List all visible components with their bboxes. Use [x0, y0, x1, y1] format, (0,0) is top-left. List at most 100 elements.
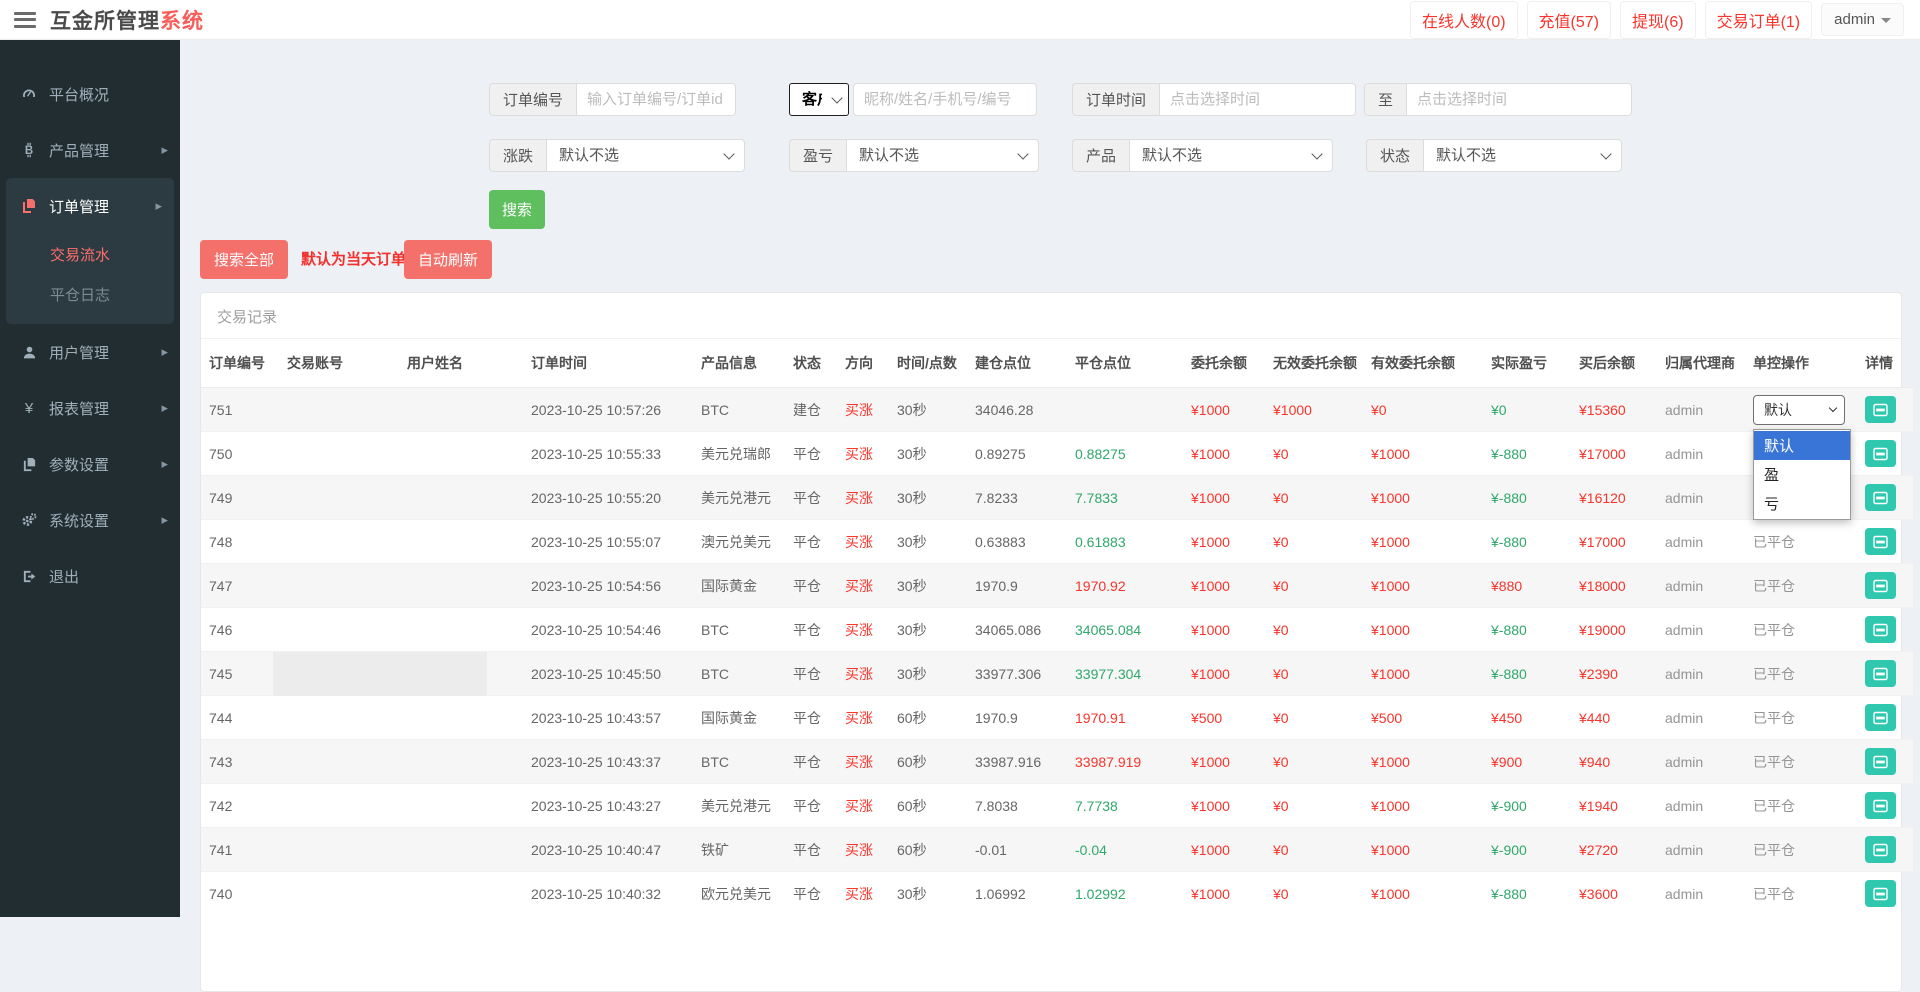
cell-user-name [399, 827, 523, 872]
profit-select[interactable]: 默认不选 [846, 139, 1040, 172]
cell-actual-profit: ¥450 [1483, 695, 1571, 740]
sidebar-item-logout[interactable]: 退出 [0, 548, 180, 604]
cell-valid-entrust-balance: ¥1000 [1363, 607, 1483, 652]
detail-button[interactable] [1865, 836, 1896, 863]
sidebar-item-label: 用户管理 [49, 344, 110, 362]
detail-button[interactable] [1865, 748, 1896, 775]
order-number-input[interactable] [576, 83, 737, 116]
cell-entrust-balance: ¥1000 [1183, 475, 1265, 520]
time-to-input[interactable] [1407, 83, 1633, 116]
cell-control-closed: 已平仓 [1745, 651, 1857, 696]
search-button[interactable]: 搜索 [489, 190, 546, 229]
cell-open-point: 1970.9 [967, 563, 1067, 608]
auto-refresh-button[interactable]: 自动刷新 [404, 240, 493, 279]
single-control-select[interactable]: 默认盈亏 [1753, 394, 1845, 425]
cell-control-closed: 已平仓 [1745, 607, 1857, 652]
updown-select[interactable]: 默认不选 [546, 139, 746, 172]
sidebar-item-label: 产品管理 [49, 142, 110, 160]
detail-button[interactable] [1865, 484, 1896, 511]
cell-open-point: 7.8233 [967, 475, 1067, 520]
sidebar-item-label: 退出 [49, 568, 80, 586]
table-body: 751 2023-10-25 10:57:26 BTC 建仓 买涨 30秒 34046.28… [201, 387, 1913, 916]
detail-button[interactable] [1865, 660, 1896, 687]
cell-detail [1857, 739, 1913, 784]
admin-user-menu[interactable]: admin [1821, 3, 1904, 36]
cell-invalid-entrust-balance: ¥0 [1265, 695, 1363, 740]
cell-order-time: 2023-10-25 10:55:33 [523, 431, 693, 476]
cell-status: 平仓 [785, 827, 837, 872]
order-time-filter: 订单时间 至 [1072, 83, 1633, 116]
sidebar-item-system-settings[interactable]: 系统设置 ▸ [0, 492, 180, 548]
sidebar-item-product-management[interactable]: B 产品管理 ▸ [0, 122, 180, 178]
hamburger-menu-icon[interactable] [14, 11, 36, 28]
customer-type-select[interactable]: 客户 [789, 83, 849, 116]
sidebar-item-user-management[interactable]: 用户管理 ▸ [0, 324, 180, 380]
order-time-label: 订单时间 [1072, 83, 1160, 116]
detail-form-icon [1873, 403, 1888, 416]
cell-account [279, 563, 399, 608]
online-users-button[interactable]: 在线人数(0) [1409, 0, 1518, 39]
cell-status: 平仓 [785, 519, 837, 564]
brand-dark-text: 互金所管理 [50, 9, 160, 33]
cell-agent: admin [1657, 783, 1745, 828]
sidebar-item-report-management[interactable]: ¥ 报表管理 ▸ [0, 380, 180, 436]
status-select[interactable]: 默认不选 [1423, 139, 1623, 172]
sidebar-subitem-trade-flow[interactable]: 交易流水 [6, 234, 174, 274]
column-header: 归属代理商 [1657, 339, 1745, 388]
trade-records-panel: 交易记录 订单编号 交易账号 用户姓名 订单时间 产品信息 状态 方向 时间/点数 建仓点位 平仓… [200, 292, 1913, 992]
control-option-2[interactable]: 盈 [1754, 460, 1850, 489]
withdraw-button[interactable]: 提现(6) [1620, 0, 1696, 39]
control-option-1[interactable]: 默认 [1754, 430, 1850, 460]
detail-button[interactable] [1865, 704, 1896, 731]
table-row: 748 2023-10-25 10:55:07 澳元兑美元 平仓 买涨 30秒 0.6388… [201, 519, 1913, 564]
detail-button[interactable] [1865, 572, 1896, 599]
column-header: 买后余额 [1571, 339, 1657, 388]
product-select[interactable]: 默认不选 [1129, 139, 1334, 172]
updown-label: 涨跌 [489, 139, 547, 172]
sidebar-group-order-management: 订单管理 ▸ 交易流水 平仓日志 [6, 178, 174, 324]
cell-agent: admin [1657, 475, 1745, 520]
cell-product: BTC [693, 607, 785, 652]
cell-detail [1857, 431, 1913, 476]
app-logo: 互金所管理系统 [50, 5, 204, 35]
sidebar-item-platform-overview[interactable]: 平台概况 [0, 66, 180, 122]
detail-button[interactable] [1865, 616, 1896, 643]
detail-button[interactable] [1865, 440, 1896, 467]
chevron-down-icon [1881, 18, 1891, 23]
table-row: 746 2023-10-25 10:54:46 BTC 平仓 买涨 30秒 34065.08… [201, 607, 1913, 652]
cell-direction: 买涨 [837, 827, 889, 872]
cell-account [279, 871, 399, 916]
control-option-3[interactable]: 亏 [1754, 489, 1850, 518]
status-filter: 状态 默认不选 [1366, 139, 1623, 172]
detail-button[interactable] [1865, 528, 1896, 555]
cell-invalid-entrust-balance: ¥0 [1265, 563, 1363, 608]
recharge-button[interactable]: 充值(57) [1526, 0, 1612, 39]
sidebar-item-order-management[interactable]: 订单管理 ▸ [6, 178, 174, 234]
cell-account [279, 519, 399, 564]
time-from-input[interactable] [1159, 83, 1357, 116]
detail-button[interactable] [1865, 396, 1896, 423]
chevron-right-icon: ▸ [155, 198, 162, 213]
cell-order-time: 2023-10-25 10:43:57 [523, 695, 693, 740]
cell-actual-profit: ¥-880 [1483, 651, 1571, 696]
cell-detail [1857, 651, 1913, 696]
cell-close-point: 1.02992 [1067, 871, 1183, 916]
column-header: 实际盈亏 [1483, 339, 1571, 388]
sidebar-item-parameter-settings[interactable]: 参数设置 ▸ [0, 436, 180, 492]
trade-orders-button[interactable]: 交易订单(1) [1704, 0, 1813, 39]
cell-entrust-balance: ¥1000 [1183, 519, 1265, 564]
detail-button[interactable] [1865, 792, 1896, 819]
cell-agent: admin [1657, 827, 1745, 872]
table-header-row: 订单编号 交易账号 用户姓名 订单时间 产品信息 状态 方向 时间/点数 建仓点位 平仓点位 委托余… [201, 339, 1913, 388]
search-all-button[interactable]: 搜索全部 [200, 240, 289, 279]
sidebar-subitem-close-log[interactable]: 平仓日志 [6, 274, 174, 314]
detail-form-icon [1873, 887, 1888, 900]
cell-order-time: 2023-10-25 10:54:46 [523, 607, 693, 652]
cell-status: 平仓 [785, 871, 837, 916]
customer-search-input[interactable] [853, 83, 1037, 116]
cell-after-balance: ¥1940 [1571, 783, 1657, 828]
detail-button[interactable] [1865, 880, 1896, 908]
cell-duration: 30秒 [889, 871, 967, 916]
cell-detail [1857, 871, 1913, 916]
cell-direction: 买涨 [837, 783, 889, 828]
